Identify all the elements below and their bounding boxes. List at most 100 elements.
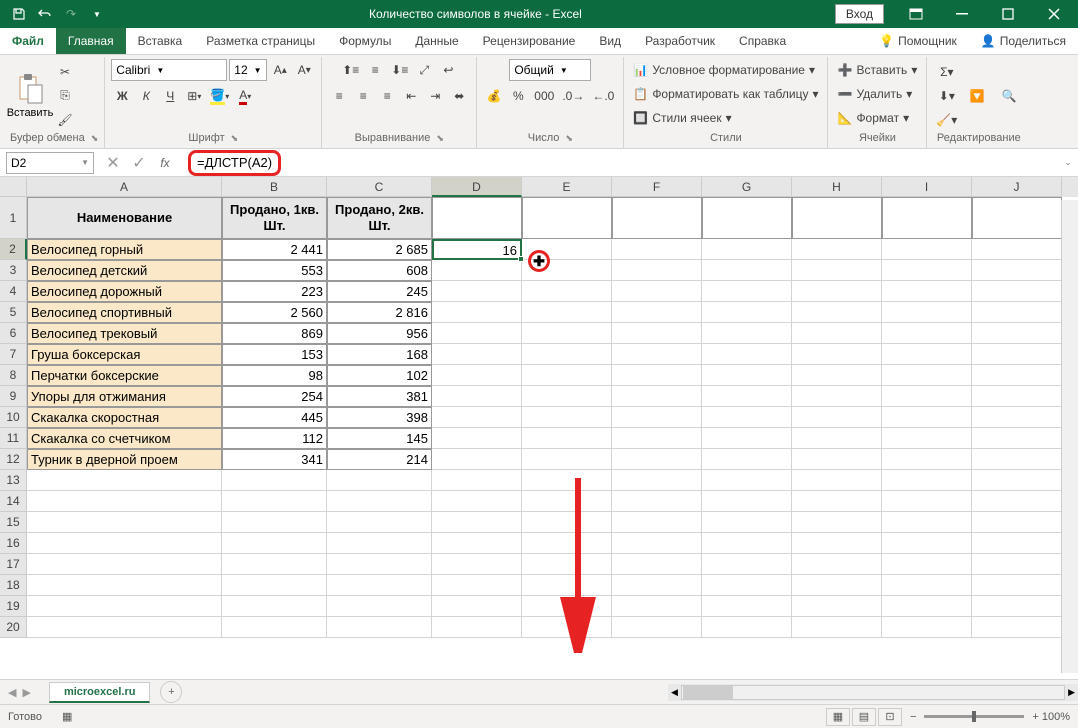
tab-layout[interactable]: Разметка страницы bbox=[194, 28, 327, 54]
cell[interactable] bbox=[432, 575, 522, 596]
vertical-scrollbar[interactable] bbox=[1061, 200, 1078, 673]
borders-icon[interactable]: ⊞▾ bbox=[183, 85, 205, 107]
cell[interactable] bbox=[882, 554, 972, 575]
cell[interactable] bbox=[327, 617, 432, 638]
cell[interactable]: 608 bbox=[327, 260, 432, 281]
cell[interactable] bbox=[792, 260, 882, 281]
cell[interactable] bbox=[882, 491, 972, 512]
cell[interactable]: 153 bbox=[222, 344, 327, 365]
format-cells[interactable]: 📐Формат▾ bbox=[834, 107, 912, 129]
cell[interactable] bbox=[792, 239, 882, 260]
cell[interactable]: 16✚ bbox=[432, 239, 522, 260]
share-button[interactable]: 👤Поделиться bbox=[969, 28, 1078, 54]
row-header[interactable]: 14 bbox=[0, 491, 27, 512]
cell[interactable] bbox=[882, 596, 972, 617]
cell[interactable] bbox=[612, 281, 702, 302]
insert-function-icon[interactable]: fx bbox=[154, 152, 176, 174]
cell[interactable] bbox=[612, 470, 702, 491]
cell[interactable] bbox=[522, 365, 612, 386]
undo-icon[interactable] bbox=[34, 3, 56, 25]
cell[interactable] bbox=[522, 491, 612, 512]
cell[interactable] bbox=[792, 575, 882, 596]
font-name-combo[interactable]: Calibri▼ bbox=[111, 59, 227, 81]
cell[interactable] bbox=[972, 596, 1062, 617]
col-header-C[interactable]: C bbox=[327, 177, 432, 197]
cell[interactable]: Продано, 1кв. Шт. bbox=[222, 197, 327, 239]
zoom-out-icon[interactable]: − bbox=[910, 711, 916, 723]
row-header[interactable]: 11 bbox=[0, 428, 27, 449]
cell[interactable] bbox=[702, 554, 792, 575]
sheet-tab[interactable]: microexcel.ru bbox=[49, 682, 151, 703]
cell[interactable] bbox=[972, 617, 1062, 638]
cell[interactable] bbox=[702, 281, 792, 302]
cell[interactable] bbox=[612, 239, 702, 260]
cell[interactable]: Скакалка со счетчиком bbox=[27, 428, 222, 449]
cell[interactable] bbox=[27, 491, 222, 512]
cell[interactable] bbox=[702, 533, 792, 554]
tab-formulas[interactable]: Формулы bbox=[327, 28, 403, 54]
cell[interactable] bbox=[792, 302, 882, 323]
cell[interactable] bbox=[972, 428, 1062, 449]
conditional-formatting[interactable]: 📊Условное форматирование▾ bbox=[630, 59, 818, 81]
cell[interactable] bbox=[972, 533, 1062, 554]
cell[interactable] bbox=[432, 323, 522, 344]
row-header[interactable]: 6 bbox=[0, 323, 27, 344]
next-sheet-icon[interactable]: ▶ bbox=[22, 686, 30, 699]
paste-button[interactable]: Вставить bbox=[10, 63, 50, 129]
cell[interactable] bbox=[792, 407, 882, 428]
cell[interactable] bbox=[882, 260, 972, 281]
cell[interactable] bbox=[27, 470, 222, 491]
cell[interactable] bbox=[612, 323, 702, 344]
cell[interactable]: Наименование bbox=[27, 197, 222, 239]
cell[interactable] bbox=[222, 596, 327, 617]
cell[interactable] bbox=[27, 554, 222, 575]
cell[interactable] bbox=[612, 596, 702, 617]
cell[interactable] bbox=[882, 449, 972, 470]
cell[interactable] bbox=[522, 470, 612, 491]
cell[interactable] bbox=[702, 302, 792, 323]
currency-icon[interactable]: 💰 bbox=[483, 85, 505, 107]
merge-icon[interactable]: ⬌ bbox=[448, 85, 470, 107]
tab-home[interactable]: Главная bbox=[56, 28, 126, 54]
qat-dropdown-icon[interactable]: ▼ bbox=[86, 3, 108, 25]
cell[interactable]: Велосипед горный bbox=[27, 239, 222, 260]
sort-filter-icon[interactable]: 🔽 bbox=[962, 66, 992, 126]
cell[interactable] bbox=[972, 365, 1062, 386]
cell[interactable] bbox=[612, 554, 702, 575]
tab-help[interactable]: Справка bbox=[727, 28, 798, 54]
cell[interactable] bbox=[432, 617, 522, 638]
cell[interactable] bbox=[522, 596, 612, 617]
cell[interactable]: 145 bbox=[327, 428, 432, 449]
cancel-formula-icon[interactable]: ✕ bbox=[102, 152, 124, 174]
cell[interactable] bbox=[432, 386, 522, 407]
cell[interactable] bbox=[432, 470, 522, 491]
grow-font-icon[interactable]: A▴ bbox=[269, 59, 291, 81]
cell[interactable] bbox=[327, 575, 432, 596]
close-icon[interactable] bbox=[1032, 1, 1076, 27]
cell[interactable] bbox=[882, 197, 972, 239]
row-header[interactable]: 10 bbox=[0, 407, 27, 428]
save-icon[interactable] bbox=[8, 3, 30, 25]
cell[interactable]: Турник в дверной проем bbox=[27, 449, 222, 470]
row-header[interactable]: 2 bbox=[0, 239, 27, 260]
cell[interactable] bbox=[882, 281, 972, 302]
cell[interactable] bbox=[522, 449, 612, 470]
cell[interactable] bbox=[612, 344, 702, 365]
tab-data[interactable]: Данные bbox=[403, 28, 470, 54]
cell[interactable] bbox=[702, 491, 792, 512]
cell[interactable] bbox=[612, 491, 702, 512]
cell[interactable] bbox=[882, 470, 972, 491]
cell[interactable] bbox=[972, 449, 1062, 470]
cell[interactable] bbox=[612, 407, 702, 428]
cell[interactable] bbox=[27, 617, 222, 638]
cell[interactable] bbox=[222, 533, 327, 554]
cell[interactable] bbox=[327, 554, 432, 575]
cell[interactable]: 112 bbox=[222, 428, 327, 449]
cell[interactable] bbox=[882, 365, 972, 386]
delete-cells[interactable]: ➖Удалить▾ bbox=[834, 83, 915, 105]
align-right-icon[interactable]: ≡ bbox=[376, 85, 398, 107]
cell[interactable] bbox=[522, 344, 612, 365]
cell[interactable] bbox=[882, 575, 972, 596]
shrink-font-icon[interactable]: A▾ bbox=[293, 59, 315, 81]
align-top-icon[interactable]: ⬆≡ bbox=[339, 59, 362, 81]
